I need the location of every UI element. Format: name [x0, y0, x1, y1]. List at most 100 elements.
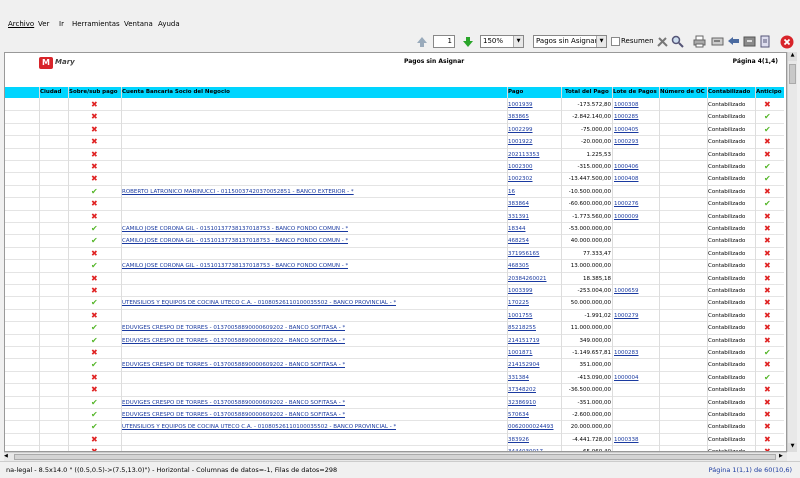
lote-link[interactable]: 1000009	[614, 214, 639, 220]
pago-link[interactable]: 1001922	[508, 139, 533, 145]
menu-herramientas[interactable]: Herramientas	[72, 20, 120, 28]
scroll-down-icon[interactable]: ▼	[788, 443, 797, 452]
pago-link[interactable]: 331384	[508, 375, 529, 381]
cross-icon: ✖	[764, 298, 771, 308]
col-sobre-sub-pago: Sobre/sub pago	[69, 89, 118, 95]
account-link[interactable]: EDUVIGES CRESPO DE TORRES - 013700588900…	[122, 400, 345, 406]
lote-link[interactable]: 1000659	[614, 288, 639, 294]
scroll-right-icon[interactable]: ▶	[779, 453, 787, 461]
cross-icon: ✖	[764, 335, 771, 345]
pago-link[interactable]: 468254	[508, 238, 529, 244]
scroll-up-icon[interactable]: ▲	[788, 52, 797, 61]
arrow-left-icon	[728, 37, 739, 45]
status-page-info: Página 1(1,1) de 60(10,6)	[708, 466, 792, 474]
pago-link[interactable]: 0062000024493	[508, 424, 554, 430]
summary-checkbox[interactable]	[611, 37, 620, 46]
pago-link[interactable]: 214151719	[508, 338, 540, 344]
arrow-up-icon	[416, 36, 427, 47]
account-link[interactable]: CAMILO JOSE CORONA GIL - 015101377381370…	[122, 263, 348, 269]
pago-link[interactable]: 331391	[508, 214, 529, 220]
lote-link[interactable]: 1000308	[614, 102, 639, 108]
lote-link[interactable]: 1000293	[614, 139, 639, 145]
scroll-left-icon[interactable]: ◀	[4, 453, 12, 461]
pago-link[interactable]: 16	[508, 189, 515, 195]
tools-button[interactable]	[655, 34, 670, 49]
account-link[interactable]: EDUVIGES CRESPO DE TORRES - 013700588900…	[122, 362, 345, 368]
pago-link[interactable]: 1002302	[508, 176, 533, 182]
pago-link[interactable]: 1001755	[508, 313, 533, 319]
check-icon: ✔	[91, 236, 98, 246]
contabilizado-value: Contabilizado	[708, 374, 746, 381]
cross-icon: ✖	[764, 410, 771, 419]
zoom-select[interactable]: 150% ▼	[480, 35, 524, 48]
vertical-scroll-thumb[interactable]	[789, 64, 796, 84]
page-number-input[interactable]: 1	[433, 35, 455, 48]
vertical-scrollbar[interactable]: ▲ ▼	[787, 52, 797, 452]
pago-link[interactable]: 202113353	[508, 152, 540, 158]
cross-icon: ✖	[91, 385, 98, 395]
pago-link[interactable]: 170225	[508, 300, 529, 306]
page-label: Página 4(1,4)	[732, 58, 778, 65]
account-link[interactable]: EDUVIGES CRESPO DE TORRES - 013700588900…	[122, 325, 345, 331]
find-button[interactable]	[670, 34, 685, 49]
lote-link[interactable]: 1000408	[614, 176, 639, 182]
account-link[interactable]: UTENSILIOS Y EQUIPOS DE COCINA UTECO C.A…	[122, 300, 396, 306]
contabilizado-value: Contabilizado	[708, 325, 746, 332]
lote-link[interactable]: 1000406	[614, 164, 639, 170]
pago-link[interactable]: 383864	[508, 201, 529, 207]
pago-link[interactable]: 32386910	[508, 400, 536, 406]
archive-button[interactable]	[742, 34, 757, 49]
pago-link[interactable]: 371956165	[508, 251, 540, 257]
lote-link[interactable]: 1000405	[614, 127, 639, 133]
lote-link[interactable]: 1000338	[614, 437, 639, 443]
attachment-button[interactable]	[758, 34, 773, 49]
horizontal-scrollbar[interactable]: ◀ ▶	[4, 452, 787, 461]
close-button[interactable]	[779, 34, 794, 49]
lote-link[interactable]: 1000276	[614, 201, 639, 207]
menu-ver[interactable]: Ver	[38, 20, 49, 28]
previous-page-button[interactable]	[414, 34, 429, 49]
view-select[interactable]: Pagos sin Asignar ▼	[533, 35, 607, 48]
export-button[interactable]	[710, 34, 725, 49]
cross-icon: ✖	[91, 211, 98, 221]
account-link[interactable]: UTENSILIOS Y EQUIPOS DE COCINA UTECO C.A…	[122, 424, 396, 430]
pago-link[interactable]: 20384260021	[508, 276, 547, 282]
col-numero-oc: Número de OC	[660, 89, 705, 95]
lote-link[interactable]: 1000004	[614, 375, 639, 381]
pago-link[interactable]: 214152904	[508, 362, 540, 368]
contabilizado-value: Contabilizado	[708, 188, 746, 195]
menu-ventana[interactable]: Ventana	[124, 20, 153, 28]
pago-link[interactable]: 18344	[508, 226, 526, 232]
pago-link[interactable]: 383926	[508, 437, 529, 443]
pago-link[interactable]: 468305	[508, 263, 529, 269]
contabilizado-value: Contabilizado	[708, 350, 746, 356]
pago-link[interactable]: 1002299	[508, 127, 533, 133]
pago-link[interactable]: 1003399	[508, 288, 533, 294]
lote-link[interactable]: 1000283	[614, 350, 639, 356]
pago-link[interactable]: 1001871	[508, 350, 533, 356]
account-link[interactable]: EDUVIGES CRESPO DE TORRES - 013700588900…	[122, 338, 345, 344]
lote-link[interactable]: 1000279	[614, 313, 639, 319]
account-link[interactable]: CAMILO JOSE CORONA GIL - 015101377381370…	[122, 238, 348, 244]
next-page-button[interactable]	[460, 34, 475, 49]
account-link[interactable]: CAMILO JOSE CORONA GIL - 015101377381370…	[122, 226, 348, 232]
total-value: -253.004,00	[577, 288, 611, 294]
horizontal-scroll-thumb[interactable]	[14, 454, 776, 460]
print-button[interactable]	[692, 34, 707, 49]
cross-icon: ✖	[91, 137, 98, 147]
lote-link[interactable]: 1000285	[614, 114, 639, 120]
pago-link[interactable]: 1001939	[508, 102, 533, 108]
account-link[interactable]: ROBERTO LATRONICO MARINUCCI - 0115003742…	[122, 189, 354, 195]
menu-archivo[interactable]: Archivo	[8, 20, 34, 28]
send-button[interactable]	[726, 34, 741, 49]
column-divider	[121, 87, 122, 451]
pago-link[interactable]: 383865	[508, 114, 529, 120]
pago-link[interactable]: 1002300	[508, 164, 533, 170]
pago-link[interactable]: 37348202	[508, 387, 536, 393]
pago-link[interactable]: 85218255	[508, 325, 536, 331]
pago-link[interactable]: 570634	[508, 412, 529, 418]
cross-icon: ✖	[91, 286, 98, 295]
menu-ayuda[interactable]: Ayuda	[158, 20, 180, 28]
menu-ir[interactable]: Ir	[59, 20, 64, 28]
account-link[interactable]: EDUVIGES CRESPO DE TORRES - 013700588900…	[122, 412, 345, 418]
